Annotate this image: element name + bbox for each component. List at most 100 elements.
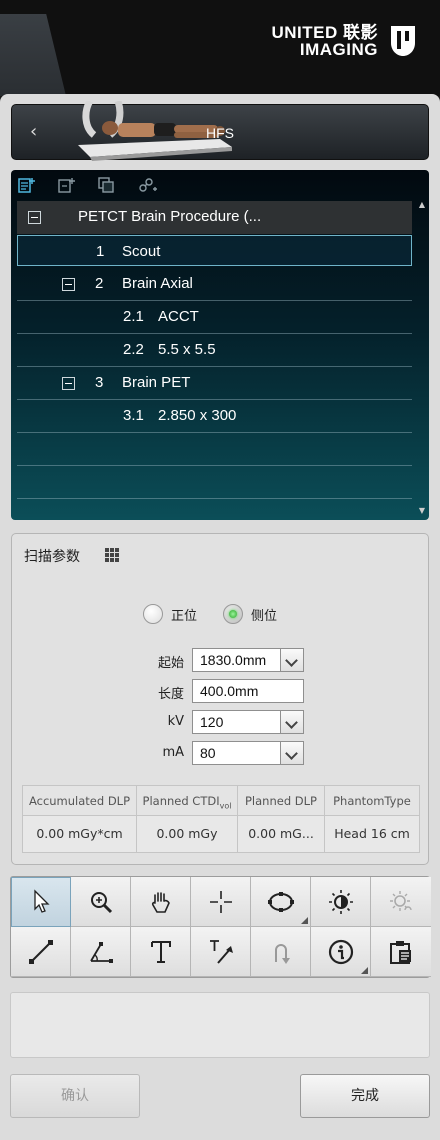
length-label: 长度 <box>157 687 184 702</box>
start-dropdown-button[interactable] <box>280 648 304 672</box>
dose-value: 0.00 mGy <box>156 826 218 841</box>
arrow-annotation-icon <box>209 939 233 964</box>
scan-params-panel: 扫描参数 正位 侧位 起始 1830.0mm 长度 400.0mm kV 120… <box>11 533 429 865</box>
start-field[interactable]: 1830.0mm <box>192 648 282 672</box>
row-number: 2.1 <box>123 308 144 325</box>
row-number: 3.1 <box>123 407 144 424</box>
pan-hand-icon <box>151 891 170 913</box>
patient-position-label: HFS <box>206 125 234 141</box>
row-label: 2.850 x 300 <box>158 407 237 424</box>
top-bar: UNITED 联影 IMAGING <box>0 0 440 96</box>
line-measure-tool[interactable] <box>11 927 71 977</box>
add-series-icon[interactable] <box>17 176 37 194</box>
dose-header: Accumulated DLP <box>23 786 136 816</box>
ellipse-roi-tool[interactable] <box>251 877 311 927</box>
dose-value: 0.00 mG... <box>248 826 314 841</box>
collapse-icon[interactable] <box>62 377 75 390</box>
procedure-row[interactable]: PETCT Brain Procedure (... <box>17 201 412 234</box>
radio-ap[interactable]: 正位 <box>143 604 197 624</box>
clipboard-tool[interactable] <box>371 927 431 977</box>
ma-dropdown-button[interactable] <box>280 741 304 765</box>
message-area <box>10 992 430 1058</box>
pointer-tool[interactable] <box>11 877 71 927</box>
dose-col-planned-dlp: Planned DLP 0.00 mG... <box>238 786 325 852</box>
radio-ap-label: 正位 <box>171 608 198 624</box>
row-label: Brain Axial <box>122 275 193 292</box>
radio-lateral-circle[interactable] <box>223 604 243 624</box>
clipboard-icon <box>390 940 411 964</box>
ma-select[interactable]: 80 <box>192 741 282 765</box>
insert-series-icon[interactable] <box>57 176 77 194</box>
tree-row-acct[interactable]: 2.1 ACCT <box>17 301 412 334</box>
submenu-indicator-icon <box>301 917 308 924</box>
arrow-annotation-tool[interactable] <box>191 927 251 977</box>
brand-logo: UNITED 联影 IMAGING <box>272 24 417 58</box>
image-toolbox <box>10 876 431 978</box>
tree-row-empty <box>17 433 412 466</box>
zoom-tool[interactable] <box>71 877 131 927</box>
collapse-icon[interactable] <box>62 278 75 291</box>
workspace-tab[interactable] <box>0 14 66 96</box>
window-preset-tool[interactable] <box>371 877 431 927</box>
window-level-tool[interactable] <box>311 877 371 927</box>
crosshair-icon <box>209 890 232 913</box>
row-label: Brain PET <box>122 374 191 391</box>
protocol-tree: ▲ ▼ PETCT Brain Procedure (... 1 Scout 2… <box>11 170 429 520</box>
kv-select[interactable]: 120 <box>192 710 282 734</box>
radio-ap-circle[interactable] <box>143 604 163 624</box>
procedure-label: PETCT Brain Procedure (... <box>78 208 262 225</box>
done-button[interactable]: 完成 <box>300 1074 430 1118</box>
length-field[interactable]: 400.0mm <box>192 679 304 703</box>
radio-lateral-label: 侧位 <box>251 608 278 624</box>
brand-line-2: IMAGING <box>299 40 378 59</box>
scroll-up-button[interactable]: ▲ <box>417 200 427 209</box>
dose-header: PhantomType <box>325 786 419 816</box>
scroll-down-button[interactable]: ▼ <box>417 506 427 515</box>
crosshair-tool[interactable] <box>191 877 251 927</box>
ma-label: mA <box>162 745 184 760</box>
tree-row-brain-axial[interactable]: 2 Brain Axial <box>17 268 412 301</box>
dose-table: Accumulated DLP 0.00 mGy*cm Planned CTDI… <box>22 785 420 853</box>
tree-row-empty <box>17 466 412 499</box>
confirm-button[interactable]: 确认 <box>10 1074 140 1118</box>
pan-tool[interactable] <box>131 877 191 927</box>
kv-label: kV <box>167 714 184 729</box>
kv-dropdown-button[interactable] <box>280 710 304 734</box>
info-icon <box>328 939 353 964</box>
ellipse-roi-icon <box>267 891 294 912</box>
row-number: 3 <box>95 374 104 391</box>
row-label: ACCT <box>158 308 199 325</box>
dose-value: 0.00 mGy*cm <box>36 826 123 841</box>
zoom-icon <box>90 891 112 913</box>
tree-row-scout[interactable]: 1 Scout <box>17 235 412 266</box>
tree-row-brain-pet[interactable]: 3 Brain PET <box>17 367 412 400</box>
info-tool[interactable] <box>311 927 371 977</box>
copy-series-icon[interactable] <box>97 176 117 194</box>
dose-header: Planned CTDIvol <box>137 786 237 816</box>
angle-measure-tool[interactable] <box>71 927 131 977</box>
row-label: 5.5 x 5.5 <box>158 341 216 358</box>
tree-row-5-5[interactable]: 2.2 5.5 x 5.5 <box>17 334 412 367</box>
row-number: 2 <box>95 275 104 292</box>
text-annotation-tool[interactable] <box>131 927 191 977</box>
text-annotation-icon <box>150 940 171 963</box>
angle-measure-icon <box>89 941 113 963</box>
dose-col-planned-ctdi: Planned CTDIvol 0.00 mGy <box>137 786 238 852</box>
tree-row-2-850[interactable]: 3.1 2.850 x 300 <box>17 400 412 433</box>
dose-col-accumulated-dlp: Accumulated DLP 0.00 mGy*cm <box>23 786 137 852</box>
submenu-indicator-icon <box>361 967 368 974</box>
radio-lateral[interactable]: 侧位 <box>223 604 277 624</box>
dose-col-phantom-type: PhantomType Head 16 cm <box>325 786 419 852</box>
grid-menu-icon[interactable] <box>104 547 120 563</box>
patient-position-bar[interactable]: ‹ HFS <box>11 101 429 161</box>
undo-icon <box>274 943 290 964</box>
link-series-icon[interactable] <box>137 176 157 194</box>
tree-toolbar <box>17 176 157 194</box>
window-level-icon <box>328 889 353 914</box>
start-label: 起始 <box>157 656 184 671</box>
undo-tool[interactable] <box>251 927 311 977</box>
brand-text: UNITED 联影 IMAGING <box>272 24 379 58</box>
collapse-icon[interactable] <box>28 211 41 224</box>
row-number: 2.2 <box>123 341 144 358</box>
window-preset-icon <box>390 890 412 911</box>
